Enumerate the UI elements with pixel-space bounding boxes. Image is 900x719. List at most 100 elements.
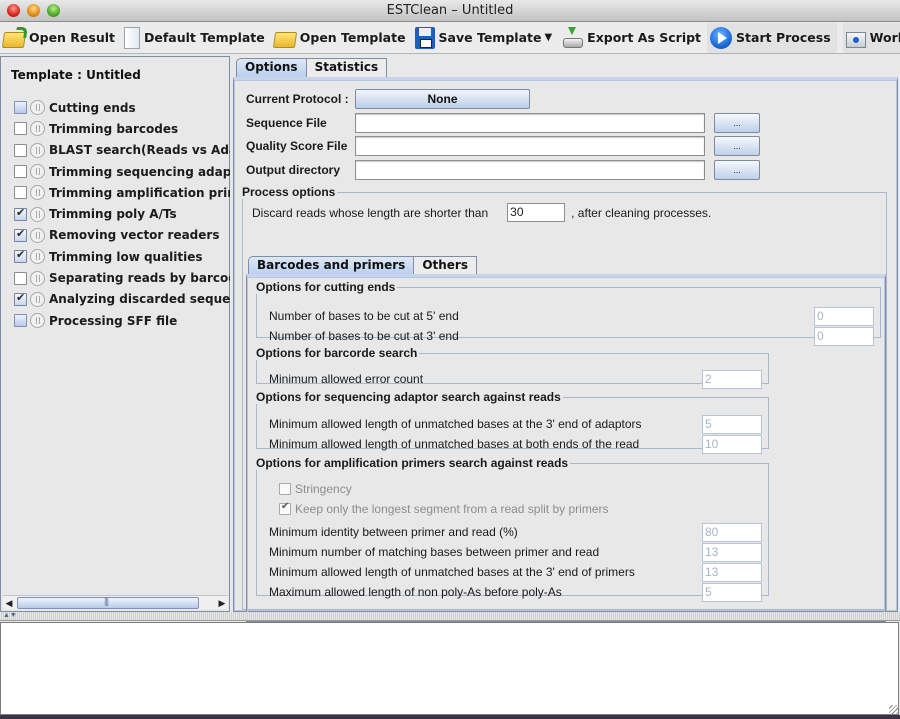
step-item[interactable]: Trimming low qualities: [14, 246, 230, 267]
step-checkbox[interactable]: [14, 248, 27, 264]
info-icon[interactable]: [30, 270, 45, 286]
resize-grip-icon[interactable]: [889, 705, 899, 715]
step-checkbox[interactable]: [14, 186, 27, 200]
save-template-button[interactable]: Save Template ▼: [412, 23, 559, 53]
working-directory-button[interactable]: Working Directory: [842, 22, 900, 53]
output-directory-browse-button[interactable]: ...: [714, 160, 760, 180]
step-item[interactable]: Trimming barcodes: [14, 118, 230, 139]
export-as-script-label: Export As Script: [587, 30, 702, 45]
step-item[interactable]: Trimming amplification primers: [14, 182, 230, 203]
open-template-button[interactable]: Open Template: [271, 23, 412, 53]
scroll-right-arrow-icon[interactable]: ▶: [216, 597, 228, 609]
step-label: Trimming barcodes: [49, 121, 179, 136]
step-item[interactable]: Removing vector readers: [14, 225, 230, 246]
adaptor-search-group: Options for sequencing adaptor search ag…: [256, 390, 769, 454]
cut-3-prime-input[interactable]: 0: [814, 326, 874, 346]
open-result-button[interactable]: Open Result: [0, 23, 121, 53]
start-process-button[interactable]: Start Process: [707, 22, 837, 53]
adaptor-search-legend: Options for sequencing adaptor search ag…: [256, 390, 561, 404]
min-length-input[interactable]: 30: [507, 203, 566, 222]
option-row: Number of bases to be cut at 5' end 0: [269, 306, 874, 326]
step-item[interactable]: Cutting ends: [14, 97, 230, 118]
step-label: Removing vector readers: [49, 228, 220, 243]
step-checkbox[interactable]: [14, 122, 27, 136]
min-identity-input[interactable]: 80: [702, 522, 762, 542]
info-icon[interactable]: [30, 206, 45, 222]
discard-prefix-label: Discard reads whose length are shorter t…: [252, 205, 489, 220]
step-label: Trimming amplification primers: [49, 185, 230, 200]
quality-score-file-input[interactable]: [355, 136, 705, 156]
horizontal-scrollbar[interactable]: ◀ ▶: [3, 595, 228, 609]
split-collapse-arrows-icon[interactable]: ▲▼: [3, 612, 17, 620]
step-checkbox[interactable]: [14, 227, 27, 242]
quality-score-file-label: Quality Score File: [246, 139, 348, 153]
output-directory-row: Output directory ...: [246, 160, 760, 180]
stringency-row[interactable]: Stringency: [279, 482, 352, 496]
step-item[interactable]: Analyzing discarded sequences: [14, 289, 230, 310]
option-label: Minimum allowed length of unmatched base…: [269, 417, 642, 431]
discard-reads-row: Discard reads whose length are shorter t…: [252, 203, 711, 222]
max-non-polya-input[interactable]: 5: [702, 582, 762, 602]
info-icon[interactable]: [30, 291, 45, 307]
scroll-left-arrow-icon[interactable]: ◀: [3, 597, 15, 609]
step-checkbox[interactable]: [14, 101, 27, 115]
keep-longest-checkbox[interactable]: [279, 501, 291, 515]
step-item[interactable]: Trimming poly A/Ts: [14, 203, 230, 224]
sequence-file-row: Sequence File ...: [246, 113, 760, 133]
window-title: ESTClean – Untitled: [386, 3, 514, 18]
sequence-file-browse-button[interactable]: ...: [714, 113, 760, 133]
split-pane-divider[interactable]: ▲▼: [0, 612, 900, 621]
step-checkbox[interactable]: [14, 271, 27, 285]
quality-score-file-browse-button[interactable]: ...: [714, 136, 760, 156]
default-template-label: Default Template: [144, 30, 265, 45]
info-icon[interactable]: [30, 227, 45, 243]
tab-others[interactable]: Others: [413, 256, 477, 275]
step-item[interactable]: BLAST search(Reads vs Adaptors): [14, 140, 230, 161]
barcodes-primers-content: Options for cutting ends Number of bases…: [246, 274, 886, 622]
step-label: BLAST search(Reads vs Adaptors): [49, 143, 230, 158]
default-template-button[interactable]: Default Template: [121, 23, 271, 53]
info-icon[interactable]: [30, 142, 45, 158]
log-output-area[interactable]: [0, 622, 899, 715]
step-item[interactable]: Separating reads by barcodes: [14, 267, 230, 288]
step-label: Analyzing discarded sequences: [49, 292, 230, 307]
info-icon[interactable]: [30, 249, 45, 265]
info-icon[interactable]: [30, 121, 45, 137]
step-checkbox[interactable]: [14, 206, 27, 221]
step-checkbox[interactable]: [14, 143, 27, 157]
info-icon[interactable]: [30, 313, 45, 329]
step-item[interactable]: Processing SFF file: [14, 310, 230, 331]
output-directory-input[interactable]: [355, 160, 705, 180]
current-protocol-button[interactable]: None: [355, 89, 530, 109]
step-checkbox[interactable]: [14, 291, 27, 306]
open-folder-icon: [1, 31, 27, 48]
info-icon[interactable]: [30, 185, 45, 201]
primer-3-prime-unmatched-input[interactable]: 13: [702, 562, 762, 582]
dropdown-caret-icon[interactable]: ▼: [544, 32, 552, 43]
min-matching-bases-input[interactable]: 13: [702, 542, 762, 562]
read-ends-unmatched-input[interactable]: 10: [702, 434, 762, 454]
save-template-label: Save Template: [438, 30, 542, 45]
tab-barcodes-and-primers[interactable]: Barcodes and primers: [248, 256, 415, 275]
folder-icon: [272, 31, 297, 48]
stringency-checkbox[interactable]: [279, 483, 291, 495]
tab-statistics[interactable]: Statistics: [305, 58, 388, 77]
barcode-search-legend: Options for barcorde search: [256, 346, 418, 360]
export-as-script-button[interactable]: Export As Script: [558, 23, 707, 53]
info-icon[interactable]: [30, 100, 45, 116]
step-label: Trimming low qualities: [49, 249, 203, 264]
info-icon[interactable]: [30, 164, 45, 180]
step-checkbox[interactable]: [14, 314, 27, 328]
toolbar: Open Result Default Template Open Templa…: [0, 22, 900, 54]
sequence-file-input[interactable]: [355, 113, 705, 133]
scrollbar-thumb[interactable]: [17, 596, 199, 609]
error-count-input[interactable]: 2: [702, 369, 762, 389]
keep-longest-row[interactable]: Keep only the longest segment from a rea…: [279, 501, 609, 516]
cut-5-prime-input[interactable]: 0: [814, 306, 874, 326]
primer-search-group: Options for amplification primers search…: [256, 456, 769, 602]
tab-options[interactable]: Options: [236, 58, 307, 77]
option-row: Minimum number of matching bases between…: [269, 542, 762, 562]
adaptor-3-prime-unmatched-input[interactable]: 5: [702, 414, 762, 434]
step-item[interactable]: Trimming sequencing adaptors: [14, 161, 230, 182]
step-checkbox[interactable]: [14, 165, 27, 179]
